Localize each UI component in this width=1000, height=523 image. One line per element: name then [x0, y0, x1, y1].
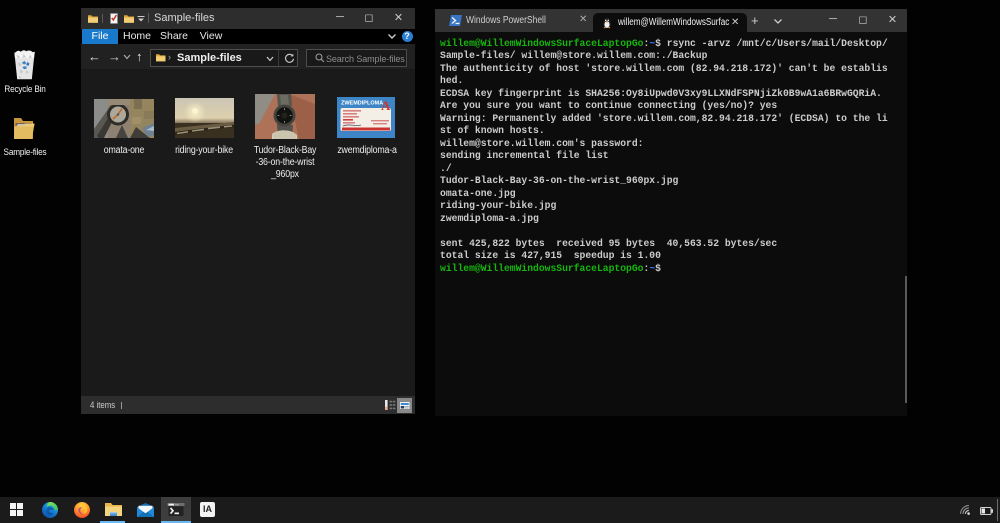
- svg-text:ZWEMDIPLOMA: ZWEMDIPLOMA: [341, 101, 383, 107]
- svg-text:A: A: [381, 98, 391, 113]
